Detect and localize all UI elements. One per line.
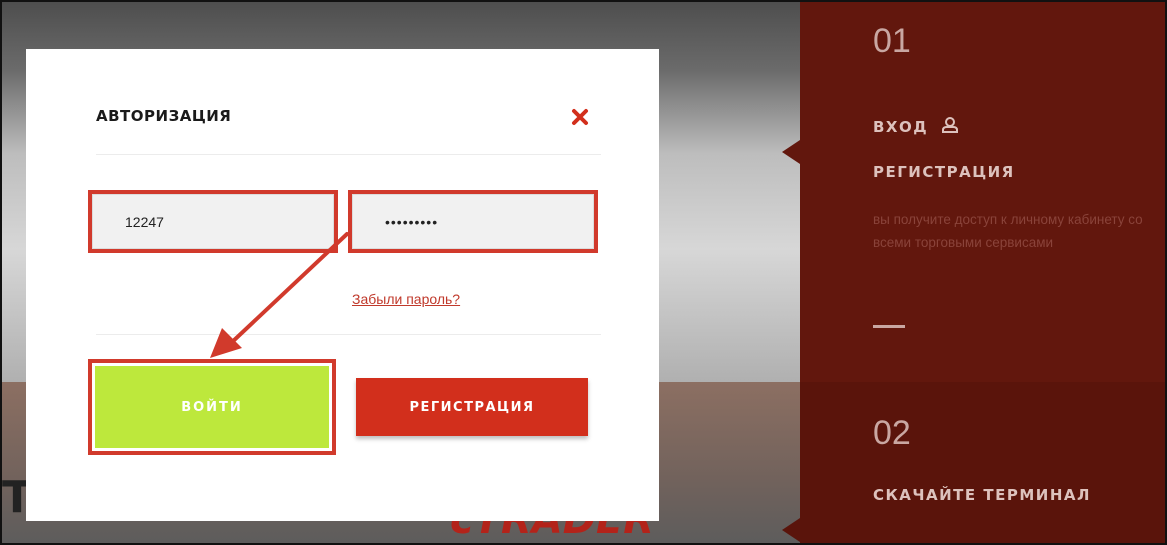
form-divider (96, 334, 601, 335)
step-1-divider (873, 325, 905, 328)
register-button[interactable]: РЕГИСТРАЦИЯ (356, 378, 588, 436)
login-field-highlight (88, 190, 338, 253)
register-link[interactable]: РЕГИСТРАЦИЯ (873, 163, 1015, 181)
login-input[interactable] (92, 194, 334, 249)
step-2-title: СКАЧАЙТЕ ТЕРМИНАЛ (873, 486, 1091, 504)
step-1-number: 01 (873, 22, 911, 60)
auth-modal: АВТОРИЗАЦИЯ Забыли пароль? ВОЙТИ РЕГИСТР… (26, 49, 659, 521)
modal-title: АВТОРИЗАЦИЯ (96, 107, 232, 125)
step-2-section: 02 СКАЧАЙТЕ ТЕРМИНАЛ (782, 382, 1165, 543)
page-frame: T4 cTRADER 01 ВХОД РЕГИСТРАЦИЯ вы получи… (0, 0, 1167, 545)
password-input[interactable] (352, 194, 594, 249)
user-icon (941, 117, 958, 133)
header-divider (96, 154, 601, 155)
step-1-section: 01 ВХОД РЕГИСТРАЦИЯ вы получите доступ к… (782, 2, 1165, 382)
login-button[interactable]: ВОЙТИ (95, 366, 329, 448)
close-icon[interactable] (570, 107, 590, 127)
step-2-number: 02 (873, 414, 911, 452)
steps-panel: 01 ВХОД РЕГИСТРАЦИЯ вы получите доступ к… (782, 2, 1165, 543)
step-1-notch (782, 140, 800, 164)
login-link-label: ВХОД (873, 118, 929, 136)
password-field-highlight (348, 190, 598, 253)
forgot-password-link[interactable]: Забыли пароль? (352, 291, 460, 307)
login-link[interactable]: ВХОД (873, 116, 959, 136)
login-button-highlight: ВОЙТИ (88, 359, 336, 455)
step-2-notch (782, 518, 800, 542)
step-1-description: вы получите доступ к личному кабинету со… (873, 212, 1143, 250)
